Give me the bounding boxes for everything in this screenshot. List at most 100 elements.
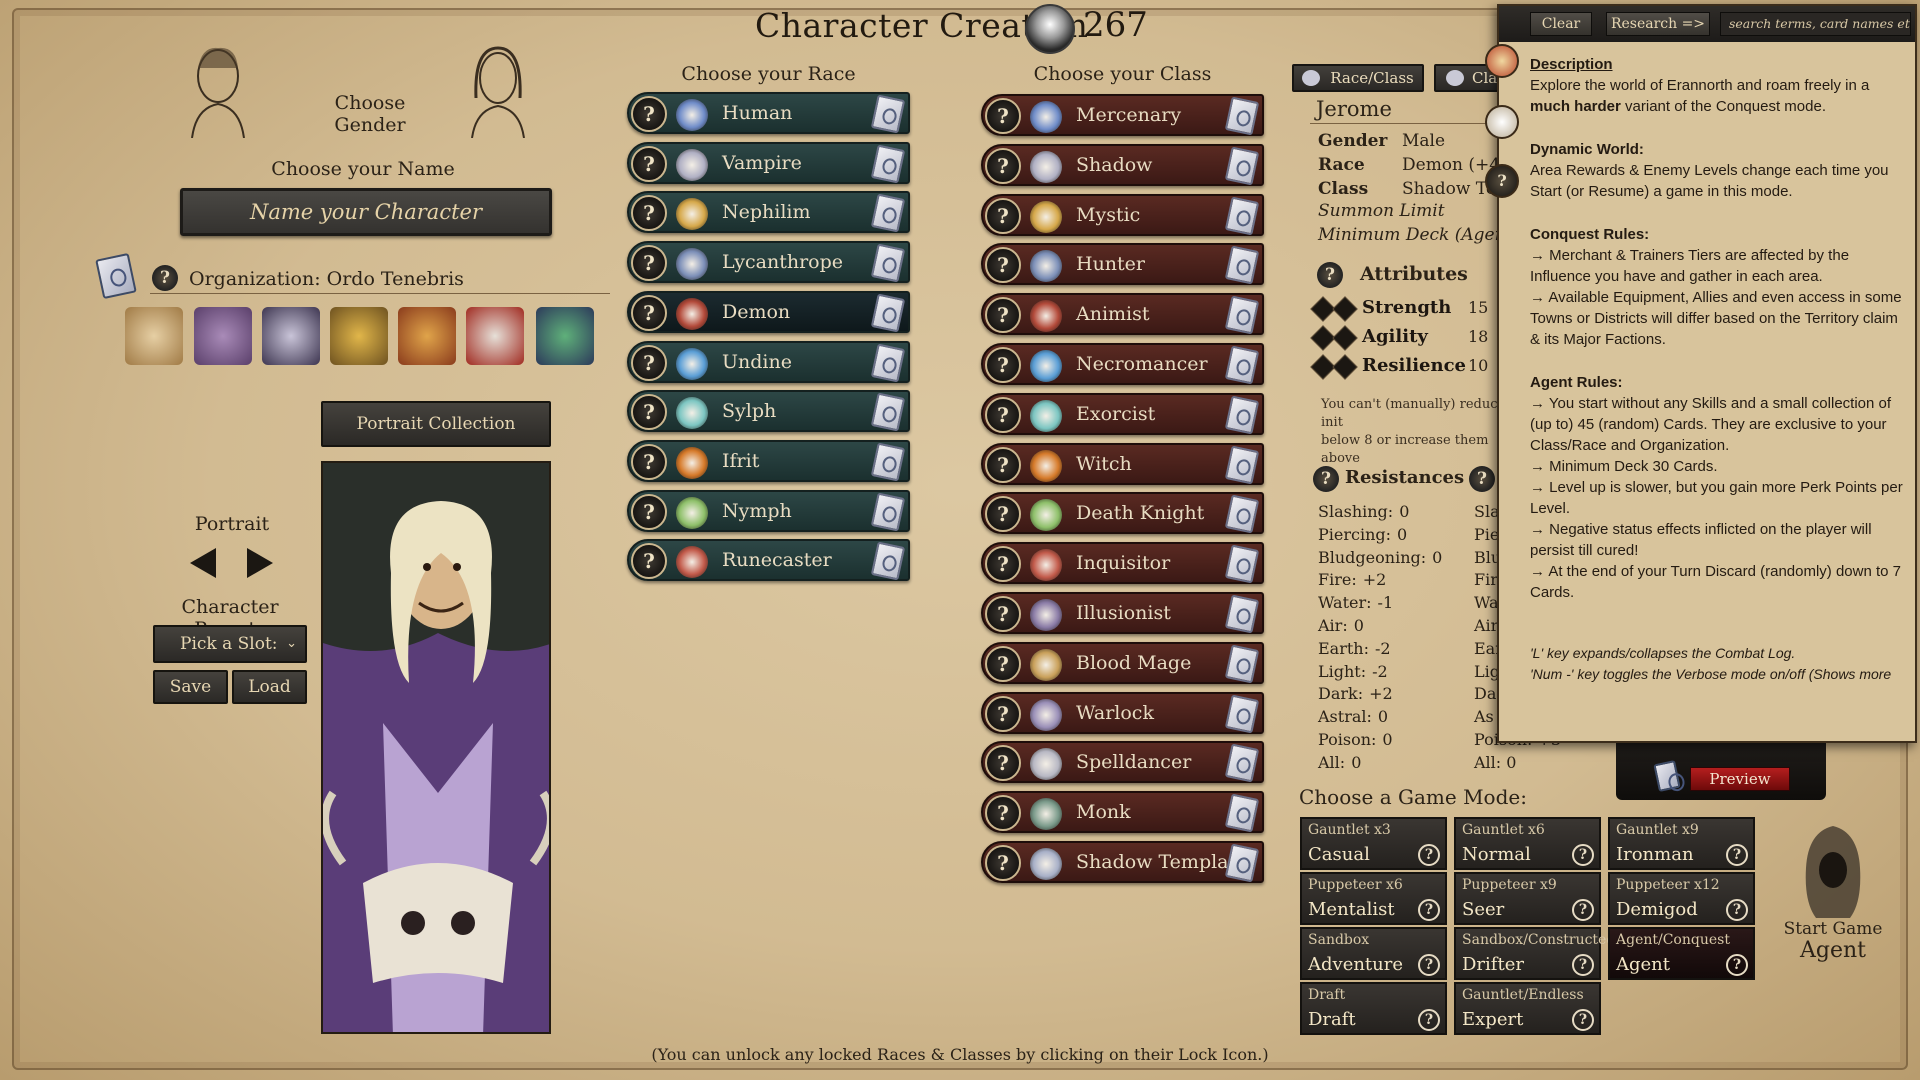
game-mode-button[interactable]: Gauntlet/Endless Expert? [1454,982,1601,1035]
tab-race-class[interactable]: Race/Class [1292,64,1424,92]
class-row[interactable]: ? Necromancer [981,343,1264,385]
question-icon[interactable]: ? [985,645,1021,682]
card-icon[interactable] [1224,843,1260,883]
prev-portrait-button[interactable] [190,548,216,578]
question-icon[interactable]: ? [985,596,1021,632]
class-row[interactable]: ? Spelldancer [981,741,1264,784]
question-icon[interactable]: ? [985,247,1021,284]
org-sun-icon[interactable] [330,307,388,365]
question-icon[interactable]: ? [985,845,1021,881]
card-icon[interactable] [1224,793,1260,833]
class-row[interactable]: ? Monk [981,791,1264,834]
game-mode-button[interactable]: Gauntlet x6 Normal? [1454,817,1601,870]
question-icon[interactable]: ? [985,147,1021,184]
game-mode-button[interactable]: Gauntlet x3 Casual? [1300,817,1447,870]
card-icon[interactable] [1224,96,1260,136]
class-row[interactable]: ? Mercenary [981,94,1264,136]
preview-button[interactable]: Preview [1690,767,1790,791]
race-row[interactable]: ? Runecaster [627,539,910,582]
question-icon[interactable]: ? [1418,954,1440,976]
question-icon[interactable]: ? [1572,954,1594,976]
question-icon[interactable]: ? [631,394,667,431]
class-row[interactable]: ? Inquisitor [981,542,1264,585]
attribute-stepper[interactable] [1310,354,1362,380]
card-icon[interactable] [1224,295,1260,335]
card-icon[interactable] [870,144,906,184]
class-row[interactable]: ? Animist [981,293,1264,336]
org-skull-icon[interactable] [262,307,320,365]
research-button[interactable]: Research => [1606,12,1710,36]
game-mode-button[interactable]: Sandbox/Constructed Drifter? [1454,927,1615,980]
load-preset-button[interactable]: Load [232,670,307,704]
question-icon[interactable]: ? [985,396,1021,433]
org-shield-icon[interactable] [398,307,456,365]
attribute-stepper[interactable] [1310,325,1362,351]
question-icon[interactable]: ? [985,695,1021,732]
card-icon[interactable] [1224,694,1260,734]
question-icon[interactable]: ? [985,197,1021,234]
card-icon[interactable] [1224,196,1260,236]
card-icon[interactable] [1224,445,1260,485]
race-row[interactable]: ? Nephilim [627,191,910,234]
female-gender-portrait[interactable] [462,38,534,138]
save-preset-button[interactable]: Save [153,670,228,704]
game-mode-button[interactable]: Agent/Conquest Agent? [1608,927,1755,980]
question-icon[interactable]: ? [1313,466,1339,492]
next-portrait-button[interactable] [247,548,273,578]
card-icon[interactable] [870,94,906,134]
question-icon[interactable]: ? [1418,1009,1440,1031]
question-icon[interactable]: ? [631,493,667,530]
card-icon[interactable] [1224,345,1260,385]
class-row[interactable]: ? Blood Mage [981,641,1264,684]
question-icon[interactable]: ? [631,96,667,132]
card-icon[interactable] [1224,395,1260,435]
question-icon[interactable]: ? [1418,899,1440,921]
question-icon[interactable]: ? [631,195,667,232]
class-row[interactable]: ? Hunter [981,243,1264,286]
plus-icon[interactable] [1332,296,1358,322]
question-icon[interactable]: ? [1572,844,1594,866]
male-gender-portrait[interactable] [182,38,254,138]
start-game-mode[interactable]: Agent [1774,938,1892,963]
card-icon[interactable] [870,342,906,383]
card-icon[interactable] [870,193,906,233]
card-icon[interactable] [1224,544,1260,584]
card-icon[interactable] [870,293,906,333]
question-icon[interactable]: ? [985,98,1021,134]
card-icon[interactable] [870,392,906,432]
game-mode-button[interactable]: Puppeteer x12 Demigod? [1608,872,1755,925]
game-mode-button[interactable]: Puppeteer x6 Mentalist? [1300,872,1447,925]
card-icon[interactable] [870,243,906,283]
question-icon[interactable]: ? [985,297,1021,334]
card-icon[interactable] [870,541,906,581]
question-icon[interactable]: ? [985,745,1021,782]
game-mode-button[interactable]: Draft Draft? [1300,982,1447,1035]
card-icon[interactable] [1224,644,1260,684]
question-icon[interactable]: ? [1572,899,1594,921]
question-icon[interactable]: ? [985,496,1021,533]
race-row[interactable]: ? Nymph [627,489,910,532]
gear-icon[interactable] [1485,44,1519,78]
race-row[interactable]: ? Demon [627,290,910,333]
question-icon[interactable]: ? [985,795,1021,832]
start-game-label[interactable]: Start Game [1774,919,1892,939]
question-icon[interactable]: ? [1726,844,1748,866]
class-row[interactable]: ? Shadow [981,143,1264,186]
question-icon[interactable]: ? [152,265,178,291]
class-row[interactable]: ? Exorcist [981,392,1264,435]
class-row[interactable]: ? Death Knight [981,492,1264,535]
card-icon[interactable] [1224,594,1260,634]
attribute-stepper[interactable] [1310,296,1362,322]
race-row[interactable]: ? Sylph [627,390,910,433]
org-helmet-icon[interactable] [466,307,524,365]
clear-button[interactable]: Clear [1530,12,1592,36]
class-row[interactable]: ? Shadow Templar [981,841,1264,883]
scroll-icon[interactable] [1485,105,1519,139]
question-icon[interactable]: ? [985,546,1021,583]
org-emerald-icon[interactable] [536,307,594,365]
portrait-collection-button[interactable]: Portrait Collection [321,401,551,447]
card-icon[interactable] [870,492,906,532]
class-row[interactable]: ? Illusionist [981,592,1264,634]
card-icon[interactable] [1224,245,1260,285]
org-scroll-icon[interactable] [125,307,183,365]
